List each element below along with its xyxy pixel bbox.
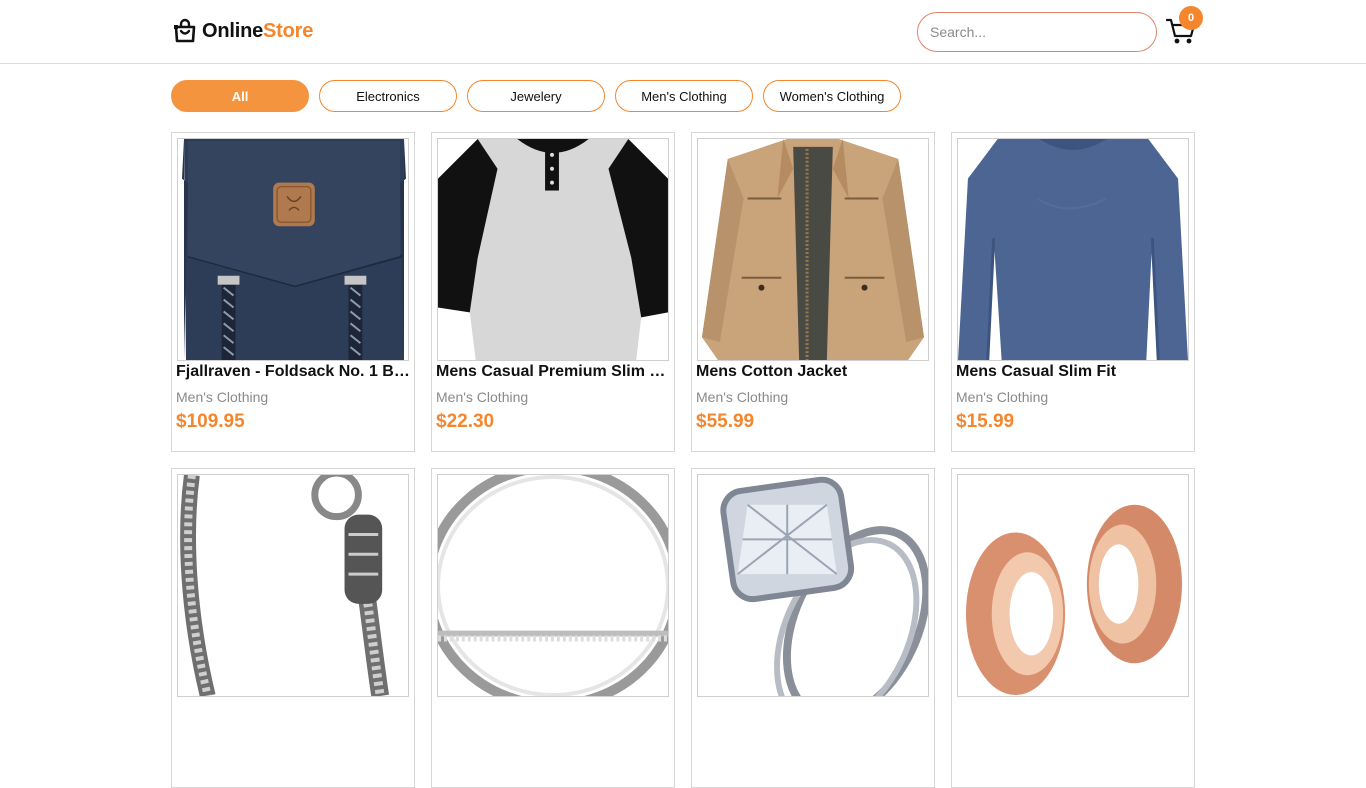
product-grid: Fjallraven - Foldsack No. 1 Backpack, Fi… <box>171 132 1195 788</box>
product-price: $15.99 <box>956 411 1015 432</box>
logo-text-store: Store <box>263 19 314 42</box>
filter-mens-clothing[interactable]: Men's Clothing <box>615 80 753 112</box>
filter-all[interactable]: All <box>171 80 309 112</box>
filter-womens-clothing[interactable]: Women's Clothing <box>763 80 901 112</box>
product-title: Mens Casual Slim Fit <box>956 363 1117 380</box>
product-title: Mens Cotton Jacket <box>696 363 848 380</box>
product-image-silver-ring <box>437 474 669 697</box>
product-price: $109.95 <box>176 411 245 432</box>
product-title: Mens Casual Premium Slim Fit T-Shirts <box>436 363 672 380</box>
filter-electronics[interactable]: Electronics <box>319 80 457 112</box>
product-image-henley <box>437 138 669 361</box>
product-card[interactable] <box>691 468 935 788</box>
logo-text-online: Online <box>202 19 264 42</box>
product-card[interactable] <box>431 468 675 788</box>
product-image-bracelet <box>177 474 409 697</box>
product-category: Men's Clothing <box>956 389 1049 405</box>
product-category: Men's Clothing <box>436 389 529 405</box>
category-filters: All Electronics Jewelery Men's Clothing … <box>171 80 901 112</box>
product-category: Men's Clothing <box>696 389 789 405</box>
product-image-rose-gold-plugs <box>957 474 1189 697</box>
product-price: $22.30 <box>436 411 495 432</box>
logo-text: OnlineStore <box>202 20 313 43</box>
product-image-diamond-ring <box>697 474 929 697</box>
product-image-jacket <box>697 138 929 361</box>
product-price: $55.99 <box>696 411 755 432</box>
product-image-blue-shirt <box>957 138 1189 361</box>
cart-count-badge: 0 <box>1179 6 1203 30</box>
product-card[interactable]: Mens Cotton Jacket Men's Clothing $55.99 <box>691 132 935 452</box>
product-card[interactable]: Mens Casual Premium Slim Fit T-Shirts Me… <box>431 132 675 452</box>
product-title: Fjallraven - Foldsack No. 1 Backpack, Fi… <box>176 363 412 380</box>
product-image-backpack <box>177 138 409 361</box>
product-category: Men's Clothing <box>176 389 269 405</box>
product-card[interactable]: Fjallraven - Foldsack No. 1 Backpack, Fi… <box>171 132 415 452</box>
product-card[interactable] <box>951 468 1195 788</box>
product-card[interactable]: Mens Casual Slim Fit Men's Clothing $15.… <box>951 132 1195 452</box>
store-logo[interactable]: OnlineStore <box>172 18 313 44</box>
filter-jewelery[interactable]: Jewelery <box>467 80 605 112</box>
search-input[interactable] <box>917 12 1157 52</box>
shopping-bag-icon <box>174 18 196 43</box>
top-header: OnlineStore 0 <box>0 0 1366 64</box>
product-card[interactable] <box>171 468 415 788</box>
